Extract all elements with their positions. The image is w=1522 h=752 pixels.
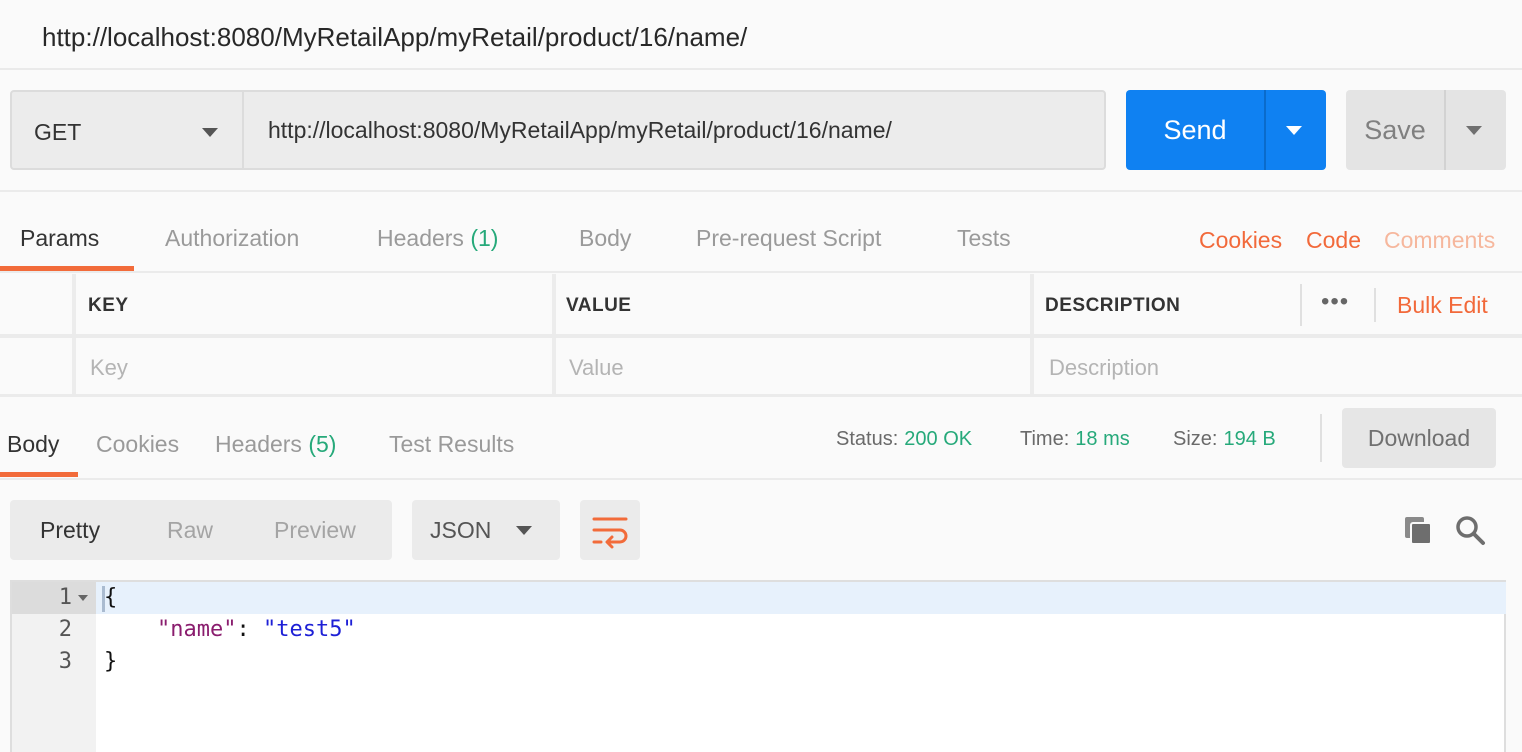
line-number: 2 bbox=[58, 617, 72, 642]
line-number: 1 bbox=[58, 585, 72, 610]
view-preview-button[interactable]: Preview bbox=[274, 500, 356, 560]
divider bbox=[0, 190, 1522, 192]
line-number: 3 bbox=[58, 649, 72, 674]
divider bbox=[0, 271, 1522, 273]
column-header-description: DESCRIPTION bbox=[1045, 295, 1181, 316]
column-header-key: KEY bbox=[88, 295, 129, 316]
response-tab-body[interactable]: Body bbox=[7, 431, 59, 458]
tab-tests[interactable]: Tests bbox=[957, 225, 1011, 252]
wrap-lines-icon bbox=[592, 517, 628, 549]
format-select[interactable]: JSON bbox=[412, 500, 560, 560]
param-description-input[interactable]: Description bbox=[1049, 355, 1159, 381]
postman-app: http://localhost:8080/MyRetailApp/myReta… bbox=[0, 0, 1522, 752]
wrap-lines-button[interactable] bbox=[580, 500, 640, 560]
active-tab-indicator bbox=[0, 472, 78, 477]
divider bbox=[0, 394, 1522, 397]
send-options-chevron-icon[interactable] bbox=[1286, 126, 1302, 135]
response-tab-headers[interactable]: Headers (5) bbox=[215, 431, 336, 458]
size-label: Size: bbox=[1173, 428, 1218, 450]
code-link[interactable]: Code bbox=[1306, 227, 1361, 254]
bulk-edit-link[interactable]: Bulk Edit bbox=[1397, 292, 1488, 319]
time-label: Time: bbox=[1020, 428, 1070, 450]
search-icon bbox=[1456, 516, 1485, 545]
tab-body[interactable]: Body bbox=[579, 225, 631, 252]
divider bbox=[0, 478, 1522, 480]
save-divider bbox=[1444, 90, 1446, 170]
active-line-highlight bbox=[12, 582, 1506, 614]
response-body-editor[interactable]: 1 2 3 { "name": "test5" } bbox=[10, 580, 1506, 752]
size-value: 194 B bbox=[1223, 428, 1276, 450]
json-colon: : bbox=[236, 617, 263, 642]
header-divider bbox=[1300, 284, 1302, 326]
request-title[interactable]: http://localhost:8080/MyRetailApp/myReta… bbox=[42, 22, 747, 53]
response-time: Time: 18 ms bbox=[1020, 428, 1130, 451]
response-status: Status: 200 OK bbox=[836, 428, 972, 451]
save-options-chevron-icon[interactable] bbox=[1466, 126, 1482, 135]
download-button[interactable]: Download bbox=[1342, 408, 1496, 468]
header-divider bbox=[1374, 288, 1376, 322]
response-size: Size: 194 B bbox=[1173, 428, 1276, 451]
meta-divider bbox=[1320, 414, 1322, 462]
more-options-icon[interactable]: ••• bbox=[1321, 288, 1349, 316]
copy-icon bbox=[1405, 517, 1432, 545]
view-pretty-button[interactable]: Pretty bbox=[40, 500, 100, 560]
params-table-header: KEY VALUE DESCRIPTION ••• Bulk Edit bbox=[0, 274, 1522, 334]
code-line-1: { bbox=[104, 585, 118, 610]
view-mode-group: Pretty Raw Preview bbox=[10, 500, 392, 560]
response-tab-headers-label: Headers bbox=[215, 431, 302, 457]
cookies-link[interactable]: Cookies bbox=[1199, 227, 1282, 254]
format-label: JSON bbox=[430, 517, 492, 543]
json-string-value: "test5" bbox=[262, 617, 356, 642]
request-bar: GET bbox=[10, 90, 1106, 170]
view-raw-button[interactable]: Raw bbox=[167, 500, 213, 560]
url-input[interactable] bbox=[246, 92, 1104, 168]
copy-button[interactable] bbox=[1402, 514, 1434, 551]
chevron-down-icon bbox=[516, 526, 532, 535]
code-line-3: } bbox=[104, 649, 118, 674]
code-line-2: "name": "test5" bbox=[104, 617, 356, 642]
response-tab-test-results[interactable]: Test Results bbox=[389, 431, 514, 458]
time-value: 18 ms bbox=[1075, 428, 1130, 450]
tab-authorization[interactable]: Authorization bbox=[165, 225, 299, 252]
method-label: GET bbox=[34, 119, 82, 145]
send-divider bbox=[1264, 90, 1266, 170]
status-label: Status: bbox=[836, 428, 899, 450]
tab-prerequest-script[interactable]: Pre-request Script bbox=[696, 225, 881, 252]
method-select[interactable]: GET bbox=[12, 92, 244, 168]
status-value: 200 OK bbox=[904, 428, 973, 450]
comments-link[interactable]: Comments bbox=[1384, 227, 1495, 254]
json-key: "name" bbox=[156, 617, 237, 642]
save-label: Save bbox=[1364, 115, 1426, 145]
tab-headers-label: Headers bbox=[377, 225, 464, 251]
headers-count-badge: (1) bbox=[470, 225, 499, 251]
fold-toggle-icon[interactable] bbox=[78, 595, 88, 601]
request-title-bar: http://localhost:8080/MyRetailApp/myReta… bbox=[0, 0, 1522, 70]
chevron-down-icon bbox=[202, 128, 218, 137]
param-value-input[interactable]: Value bbox=[569, 355, 624, 381]
send-label: Send bbox=[1163, 115, 1227, 145]
tab-params[interactable]: Params bbox=[20, 225, 99, 252]
save-button[interactable]: Save bbox=[1346, 90, 1506, 170]
column-header-value: VALUE bbox=[566, 295, 632, 316]
send-button[interactable]: Send bbox=[1126, 90, 1326, 170]
search-button[interactable] bbox=[1454, 514, 1486, 551]
response-headers-count-badge: (5) bbox=[308, 431, 337, 457]
row-divider bbox=[0, 334, 1522, 338]
response-tab-cookies[interactable]: Cookies bbox=[96, 431, 179, 458]
param-key-input[interactable]: Key bbox=[90, 355, 128, 381]
tab-headers[interactable]: Headers (1) bbox=[377, 225, 498, 252]
